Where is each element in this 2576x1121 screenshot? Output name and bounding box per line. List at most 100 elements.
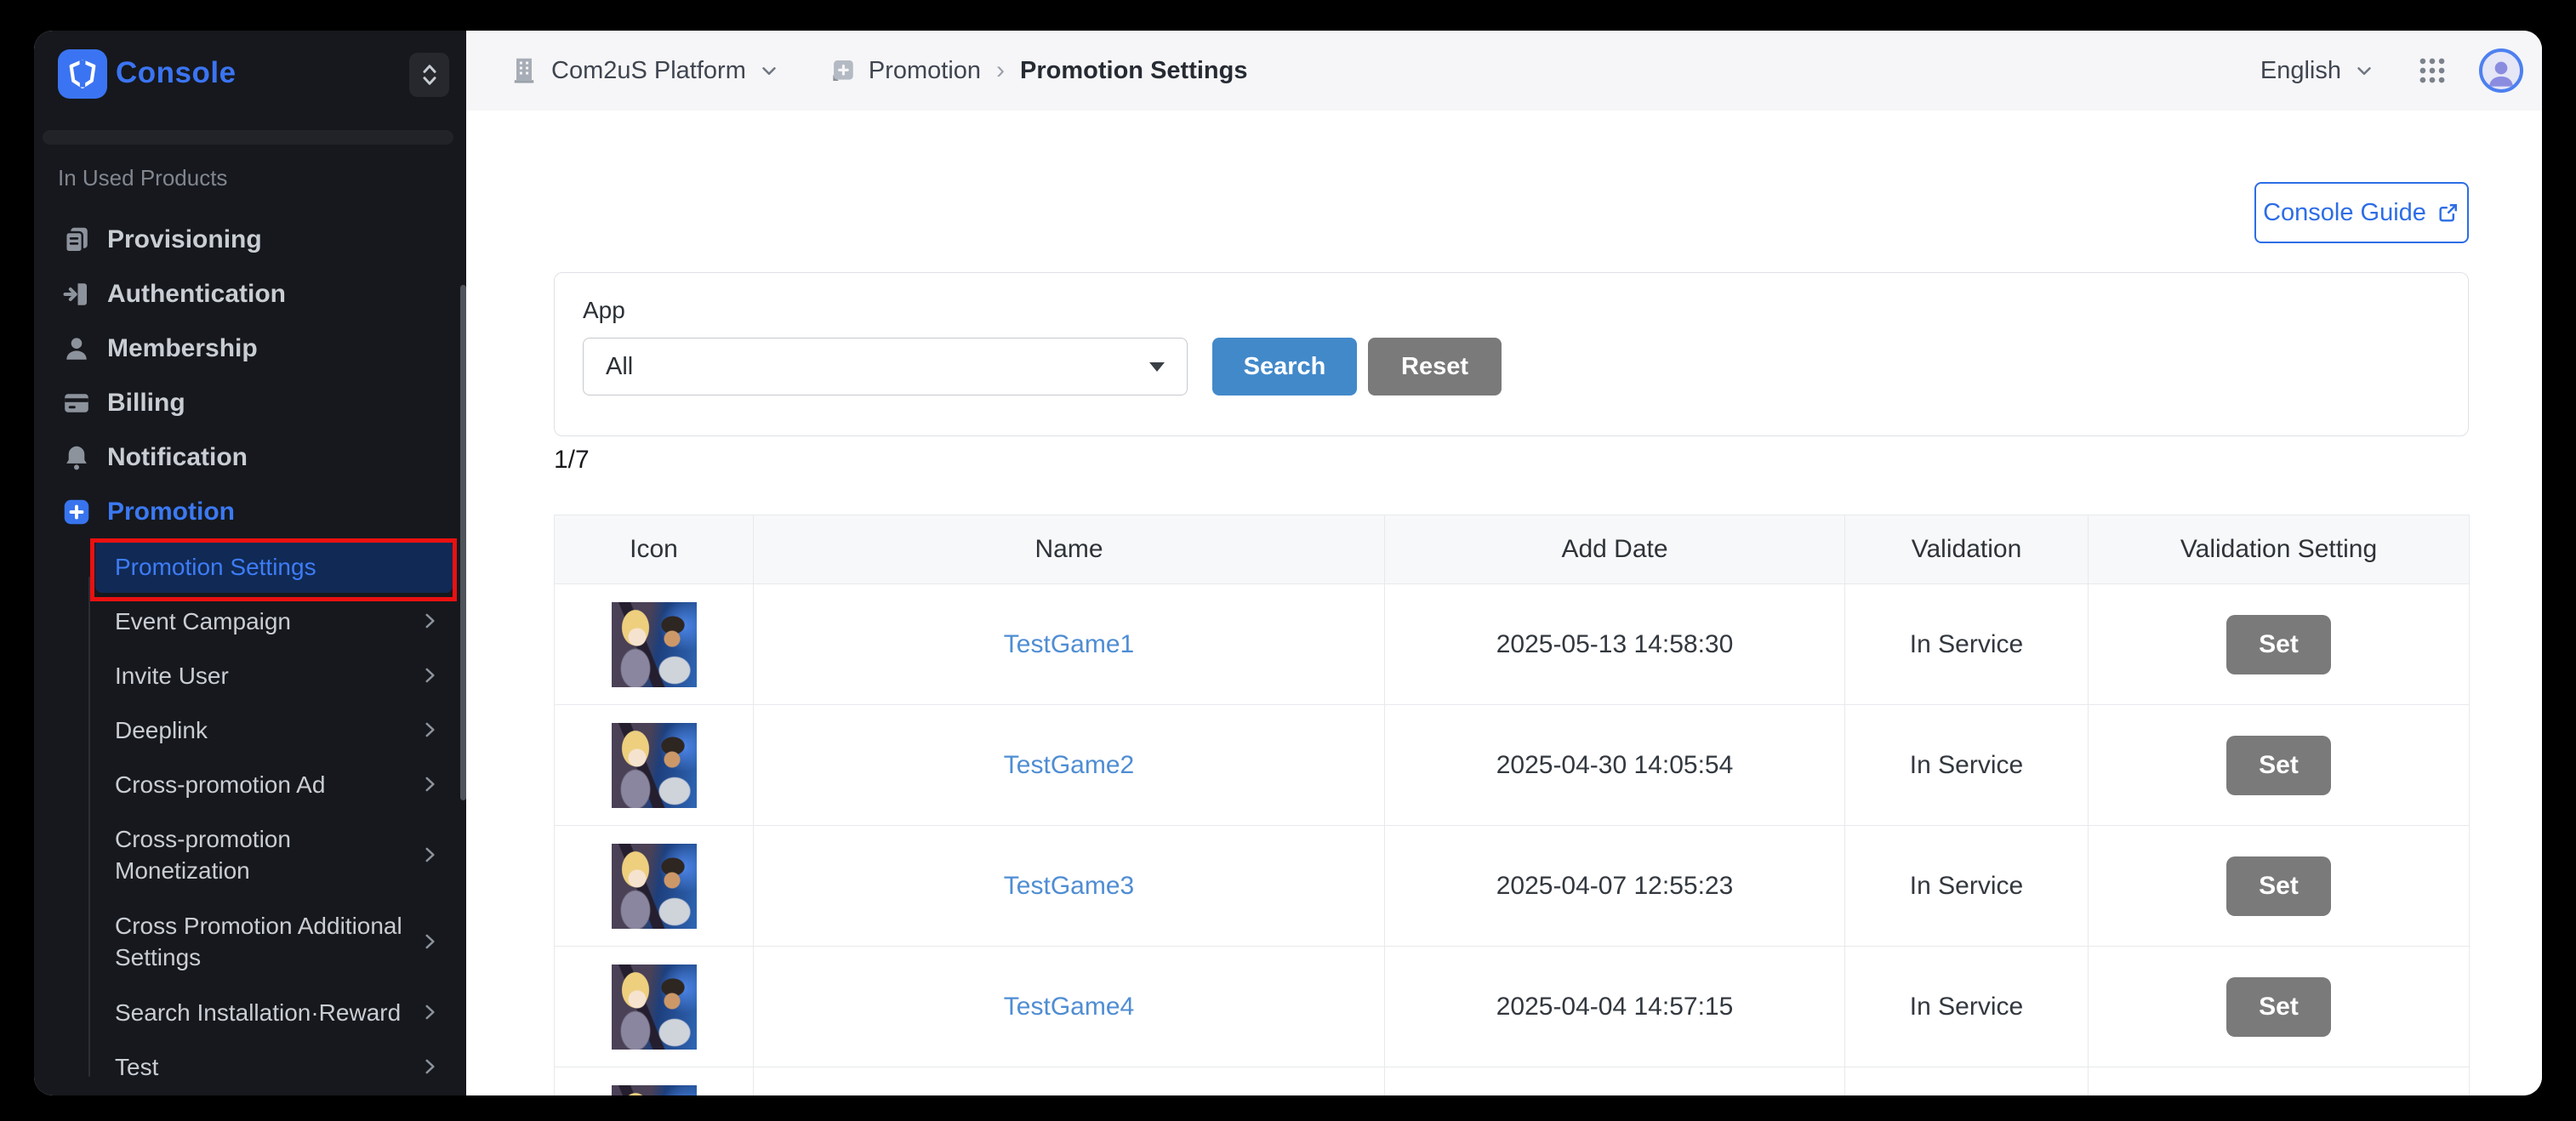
sidebar-subitem-label: Invite User bbox=[115, 660, 229, 691]
set-button[interactable]: Set bbox=[2226, 856, 2331, 916]
sidebar-scrollbar[interactable] bbox=[460, 285, 466, 800]
app-select-value: All bbox=[606, 353, 1149, 381]
sidebar-subitem-invite-user[interactable]: Invite User bbox=[34, 648, 466, 703]
sidebar-subitem-event-campaign[interactable]: Event Campaign bbox=[34, 594, 466, 648]
game-icon-image bbox=[612, 965, 697, 1050]
validation-setting-cell: Set bbox=[2089, 584, 2470, 705]
icon-cell bbox=[555, 705, 754, 826]
validation-cell: In Service bbox=[1845, 584, 2089, 705]
sidebar-subitem-cross-promotion-monetization[interactable]: Cross-promotion Monetization bbox=[34, 811, 466, 898]
sidebar-subitem-label: Promotion Settings bbox=[115, 551, 316, 583]
validation-setting-cell: Set bbox=[2089, 705, 2470, 826]
user-avatar[interactable] bbox=[2479, 48, 2523, 93]
page-count: 1/7 bbox=[554, 446, 590, 475]
sidebar-nav: Provisioning Authentication Membership bbox=[34, 213, 466, 1094]
promotion-table: Icon Name Add Date Validation Validation… bbox=[554, 515, 2470, 1095]
add-date-cell: 2025-04-04 14:57:15 bbox=[1385, 947, 1845, 1067]
table-body: TestGame1 2025-05-13 14:58:30 In Service… bbox=[555, 584, 2470, 1096]
game-name-link[interactable]: TestGame2 bbox=[1004, 751, 1134, 779]
name-cell: TestGame3 bbox=[754, 826, 1385, 947]
promotion-breadcrumb-icon bbox=[828, 56, 857, 85]
sidebar-subitem-deeplink[interactable]: Deeplink bbox=[34, 703, 466, 757]
sidebar-subitem-cross-promotion-additional-settings[interactable]: Cross Promotion Additional Settings bbox=[34, 898, 466, 985]
column-header-validation: Validation bbox=[1845, 515, 2089, 584]
chevron-right-icon bbox=[419, 1001, 441, 1023]
sidebar-subitem-search-installation-reward[interactable]: Search Installation·Reward bbox=[34, 985, 466, 1039]
billing-icon bbox=[61, 388, 92, 418]
language-selector[interactable]: English bbox=[2260, 57, 2375, 85]
name-cell: TestGame2 bbox=[754, 705, 1385, 826]
sidebar-subitem-label: Cross-promotion Ad bbox=[115, 769, 325, 800]
sidebar-item-label: Provisioning bbox=[107, 225, 262, 254]
authentication-icon bbox=[61, 279, 92, 310]
name-cell: TestGame4 bbox=[754, 947, 1385, 1067]
game-name-link[interactable]: TestGame3 bbox=[1004, 872, 1134, 900]
set-button[interactable]: Set bbox=[2226, 615, 2331, 674]
membership-icon bbox=[61, 333, 92, 364]
chevron-down-icon[interactable] bbox=[758, 60, 780, 82]
chevron-up-down-icon bbox=[417, 60, 442, 89]
sidebar-subitem-promotion-settings[interactable]: Promotion Settings bbox=[34, 539, 466, 594]
table-row bbox=[555, 1067, 2470, 1096]
apps-grid-icon[interactable] bbox=[2416, 54, 2448, 87]
reset-button[interactable]: Reset bbox=[1368, 338, 1502, 395]
sidebar-item-authentication[interactable]: Authentication bbox=[34, 267, 466, 322]
sidebar-subitem-label: Test bbox=[115, 1051, 158, 1083]
sidebar-item-notification[interactable]: Notification bbox=[34, 430, 466, 485]
provisioning-icon bbox=[61, 225, 92, 255]
app-filter-label: App bbox=[583, 297, 625, 324]
set-button[interactable]: Set bbox=[2226, 977, 2331, 1037]
chevron-right-icon bbox=[419, 610, 441, 632]
topbar: Com2uS Platform Promotion › Promotion Se… bbox=[466, 31, 2542, 111]
sidebar-header: Console bbox=[34, 49, 466, 99]
name-cell: TestGame1 bbox=[754, 584, 1385, 705]
chevron-right-icon bbox=[419, 1056, 441, 1078]
validation-setting-cell: Set bbox=[2089, 947, 2470, 1067]
console-guide-label: Console Guide bbox=[2263, 199, 2426, 227]
sidebar-item-billing[interactable]: Billing bbox=[34, 376, 466, 430]
game-name-link[interactable]: TestGame1 bbox=[1004, 630, 1134, 658]
column-header-add-date: Add Date bbox=[1385, 515, 1845, 584]
sidebar-collapse-button[interactable] bbox=[409, 53, 449, 97]
sidebar-subitem-test[interactable]: Test bbox=[34, 1039, 466, 1094]
chevron-right-icon bbox=[419, 719, 441, 741]
person-icon bbox=[2484, 55, 2518, 89]
sidebar-item-label: Promotion bbox=[107, 498, 235, 526]
chevron-right-icon bbox=[419, 773, 441, 795]
sidebar-scroll-remnant bbox=[43, 130, 453, 145]
app-select[interactable]: All bbox=[583, 338, 1188, 395]
game-name-link[interactable]: TestGame4 bbox=[1004, 993, 1134, 1021]
language-label: English bbox=[2260, 57, 2341, 85]
shield-icon bbox=[66, 58, 99, 90]
sidebar-item-label: Notification bbox=[107, 443, 248, 472]
breadcrumb-project[interactable]: Com2uS Platform bbox=[551, 57, 746, 85]
set-button[interactable]: Set bbox=[2226, 736, 2331, 795]
sidebar-subitem-label: Cross-promotion Monetization bbox=[115, 823, 408, 886]
sidebar: Console In Used Products Provisioning bbox=[34, 31, 466, 1095]
console-logo[interactable] bbox=[58, 49, 107, 99]
game-icon-image bbox=[612, 1085, 697, 1096]
external-link-icon bbox=[2436, 201, 2460, 225]
column-header-icon: Icon bbox=[555, 515, 754, 584]
validation-cell: In Service bbox=[1845, 826, 2089, 947]
add-date-cell: 2025-04-07 12:55:23 bbox=[1385, 826, 1845, 947]
validation-setting-cell bbox=[2089, 1067, 2470, 1096]
console-guide-button[interactable]: Console Guide bbox=[2254, 182, 2469, 243]
breadcrumb-product[interactable]: Promotion bbox=[869, 57, 981, 85]
game-icon-image bbox=[612, 723, 697, 808]
chevron-right-icon bbox=[419, 930, 441, 953]
sidebar-subitem-cross-promotion-ad[interactable]: Cross-promotion Ad bbox=[34, 757, 466, 811]
table-header-row: Icon Name Add Date Validation Validation… bbox=[555, 515, 2470, 584]
sidebar-item-provisioning[interactable]: Provisioning bbox=[34, 213, 466, 267]
sidebar-item-membership[interactable]: Membership bbox=[34, 322, 466, 376]
validation-cell: In Service bbox=[1845, 947, 2089, 1067]
search-button[interactable]: Search bbox=[1212, 338, 1357, 395]
console-window: Console In Used Products Provisioning bbox=[34, 31, 2542, 1095]
icon-cell bbox=[555, 947, 754, 1067]
chevron-down-icon bbox=[2353, 60, 2375, 82]
notification-icon bbox=[61, 442, 92, 473]
add-date-cell bbox=[1385, 1067, 1845, 1096]
sidebar-item-promotion[interactable]: Promotion bbox=[34, 485, 466, 539]
chevron-right-icon bbox=[419, 844, 441, 866]
sidebar-subitem-label: Cross Promotion Additional Settings bbox=[115, 910, 408, 973]
